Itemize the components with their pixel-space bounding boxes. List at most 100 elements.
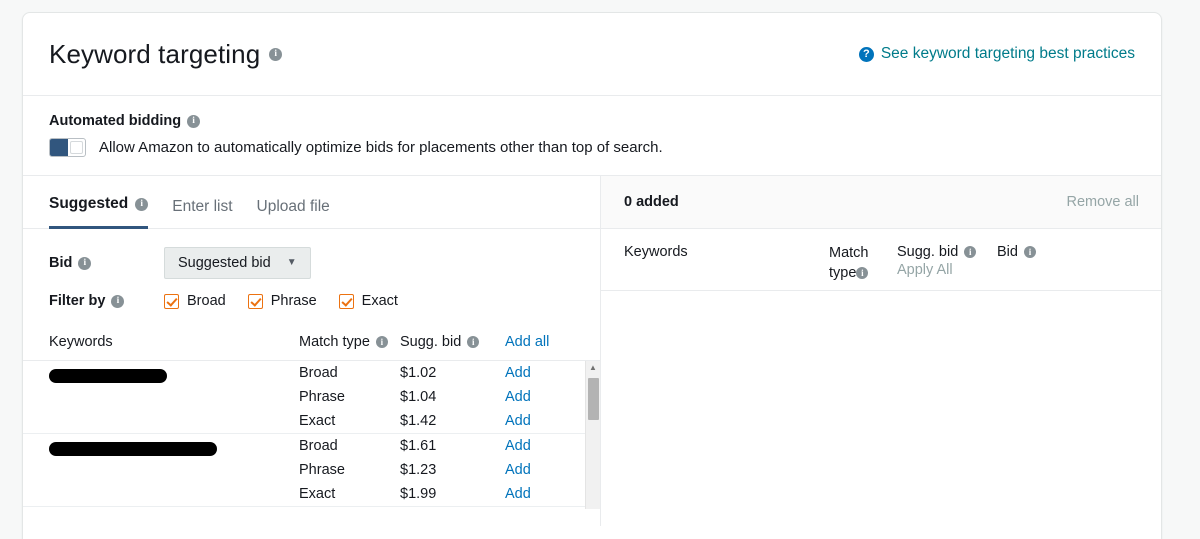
cell-match-type: Exact bbox=[299, 413, 336, 429]
suggested-table-scrollbar[interactable]: ▲ bbox=[585, 361, 600, 509]
added-bid-line: Bid i bbox=[997, 244, 1077, 260]
redacted-keyword bbox=[49, 369, 167, 383]
apply-all-link[interactable]: Apply All bbox=[897, 262, 997, 278]
automated-bidding-row: Allow Amazon to automatically optimize b… bbox=[49, 138, 1135, 157]
column-header-sugg-bid: Sugg. bid i bbox=[400, 334, 505, 350]
add-all-link[interactable]: Add all bbox=[505, 334, 585, 350]
keyword-name-cell bbox=[49, 434, 299, 506]
match-type-info-icon[interactable]: i bbox=[375, 335, 388, 348]
scrollbar-thumb[interactable] bbox=[588, 378, 599, 420]
bid-type-select[interactable]: Suggested bid ▼ bbox=[164, 247, 311, 279]
added-column-bid: Bid i bbox=[997, 244, 1077, 260]
toggle-fill bbox=[50, 139, 68, 156]
add-button[interactable]: Add bbox=[505, 486, 585, 502]
table-row: Broad $1.02 Add bbox=[299, 361, 600, 385]
add-button[interactable]: Add bbox=[505, 365, 585, 381]
tab-suggested-info-icon[interactable]: i bbox=[135, 197, 149, 211]
add-button[interactable]: Add bbox=[505, 438, 585, 454]
column-header-keywords: Keywords bbox=[49, 333, 113, 350]
cell-match-type: Broad bbox=[299, 365, 338, 381]
page-title: Keyword targeting i bbox=[49, 38, 283, 70]
filter-label-group: Filter by i bbox=[49, 293, 164, 309]
chevron-down-icon: ▼ bbox=[286, 257, 297, 268]
card-header: Keyword targeting i ? See keyword target… bbox=[23, 13, 1161, 96]
bid-info-icon[interactable]: i bbox=[78, 256, 92, 270]
suggested-table-body: Broad $1.02 Add Phrase $1.04 Add Exact $… bbox=[23, 361, 600, 509]
automated-bidding-label: Automated bidding bbox=[49, 113, 182, 129]
table-row: Broad $1.61 Add bbox=[299, 434, 600, 458]
cell-sugg-bid: $1.42 bbox=[400, 413, 437, 429]
checkbox-checked-icon bbox=[338, 293, 354, 309]
cell-sugg-bid: $1.99 bbox=[400, 486, 437, 502]
cell-match-type: Phrase bbox=[299, 389, 345, 405]
added-count: 0 added bbox=[624, 194, 679, 210]
added-column-sugg-bid-label: Sugg. bid bbox=[897, 244, 959, 260]
toggle-knob bbox=[70, 141, 83, 154]
tab-upload-file-label: Upload file bbox=[256, 198, 330, 215]
table-row: Exact $1.42 Add bbox=[299, 409, 600, 433]
tabs-bar: Suggested i Enter list Upload file bbox=[23, 176, 600, 229]
filter-exact-label: Exact bbox=[361, 293, 398, 309]
added-panel-header: 0 added Remove all bbox=[601, 176, 1161, 229]
automated-bidding-title: Automated bidding i bbox=[49, 113, 1135, 129]
tab-suggested-label: Suggested bbox=[49, 195, 129, 212]
column-header-match-type: Match type i bbox=[299, 334, 400, 350]
automated-bidding-info-icon[interactable]: i bbox=[187, 114, 201, 128]
added-column-sugg-bid: Sugg. bid i Apply All bbox=[897, 244, 997, 278]
remove-all-link[interactable]: Remove all bbox=[1066, 194, 1139, 210]
keyword-group: Broad $1.02 Add Phrase $1.04 Add Exact $… bbox=[23, 361, 600, 434]
caret-up-icon[interactable]: ▲ bbox=[586, 361, 600, 375]
match-type-rows: Broad $1.61 Add Phrase $1.23 Add Exact $… bbox=[299, 434, 600, 506]
bid-type-value: Suggested bid bbox=[178, 255, 271, 271]
bid-controls: Bid i Suggested bid ▼ Filter by i Broad … bbox=[23, 229, 600, 309]
added-column-bid-label: Bid bbox=[997, 244, 1018, 260]
tab-enter-list[interactable]: Enter list bbox=[172, 198, 232, 229]
page-root: Keyword targeting i ? See keyword target… bbox=[0, 0, 1200, 539]
added-bid-info-icon[interactable]: i bbox=[1023, 246, 1036, 258]
add-button[interactable]: Add bbox=[505, 413, 585, 429]
bid-label: Bid bbox=[49, 255, 73, 271]
page-title-text: Keyword targeting bbox=[49, 38, 261, 69]
checkbox-checked-icon bbox=[247, 293, 263, 309]
add-button[interactable]: Add bbox=[505, 389, 585, 405]
suggested-pane: Suggested i Enter list Upload file Bid i… bbox=[23, 176, 601, 526]
split-body: Suggested i Enter list Upload file Bid i… bbox=[23, 176, 1161, 526]
cell-sugg-bid: $1.02 bbox=[400, 365, 437, 381]
column-header-sugg-bid-label: Sugg. bid bbox=[400, 333, 462, 350]
sugg-bid-info-icon[interactable]: i bbox=[467, 335, 480, 348]
checkbox-checked-icon bbox=[164, 293, 179, 309]
added-table-header: Keywords Match type i Sugg. bid i Apply A… bbox=[601, 229, 1161, 291]
added-column-match-type: Match type i bbox=[829, 244, 897, 283]
cell-sugg-bid: $1.23 bbox=[400, 462, 437, 478]
cell-match-type: Broad bbox=[299, 438, 338, 454]
added-column-keywords: Keywords bbox=[624, 244, 688, 260]
filter-checkbox-exact[interactable]: Exact bbox=[338, 293, 398, 309]
match-type-rows: Broad $1.02 Add Phrase $1.04 Add Exact $… bbox=[299, 361, 600, 433]
table-row: Phrase $1.04 Add bbox=[299, 385, 600, 409]
filter-checkbox-phrase[interactable]: Phrase bbox=[247, 293, 317, 309]
bid-label-group: Bid i bbox=[49, 255, 164, 271]
keyword-targeting-info-icon[interactable]: i bbox=[269, 47, 283, 61]
best-practices-link[interactable]: ? See keyword targeting best practices bbox=[858, 45, 1135, 63]
filter-label: Filter by bbox=[49, 293, 106, 309]
keyword-targeting-card: Keyword targeting i ? See keyword target… bbox=[22, 12, 1162, 539]
question-circle-icon: ? bbox=[858, 46, 874, 62]
redacted-keyword bbox=[49, 442, 217, 456]
bid-row: Bid i Suggested bid ▼ bbox=[49, 247, 574, 279]
tab-upload-file[interactable]: Upload file bbox=[257, 198, 330, 229]
filter-checkboxes: Broad Phrase Exact bbox=[164, 293, 398, 309]
keyword-group: Broad $1.61 Add Phrase $1.23 Add Exact $… bbox=[23, 434, 600, 507]
filter-phrase-label: Phrase bbox=[270, 293, 317, 309]
table-row: Phrase $1.23 Add bbox=[299, 458, 600, 482]
add-button[interactable]: Add bbox=[505, 462, 585, 478]
filter-checkbox-broad[interactable]: Broad bbox=[164, 293, 226, 309]
filter-info-icon[interactable]: i bbox=[111, 294, 125, 308]
keyword-name-cell bbox=[49, 361, 299, 433]
automated-bidding-toggle[interactable] bbox=[49, 138, 86, 157]
filter-row: Filter by i Broad Phrase Exact bbox=[49, 293, 574, 309]
added-sugg-bid-line: Sugg. bid i bbox=[897, 244, 997, 260]
added-match-type-info-icon[interactable]: i bbox=[856, 266, 869, 279]
automated-bidding-description: Allow Amazon to automatically optimize b… bbox=[99, 139, 663, 156]
tab-suggested[interactable]: Suggested i bbox=[49, 195, 149, 229]
added-sugg-bid-info-icon[interactable]: i bbox=[964, 246, 977, 258]
